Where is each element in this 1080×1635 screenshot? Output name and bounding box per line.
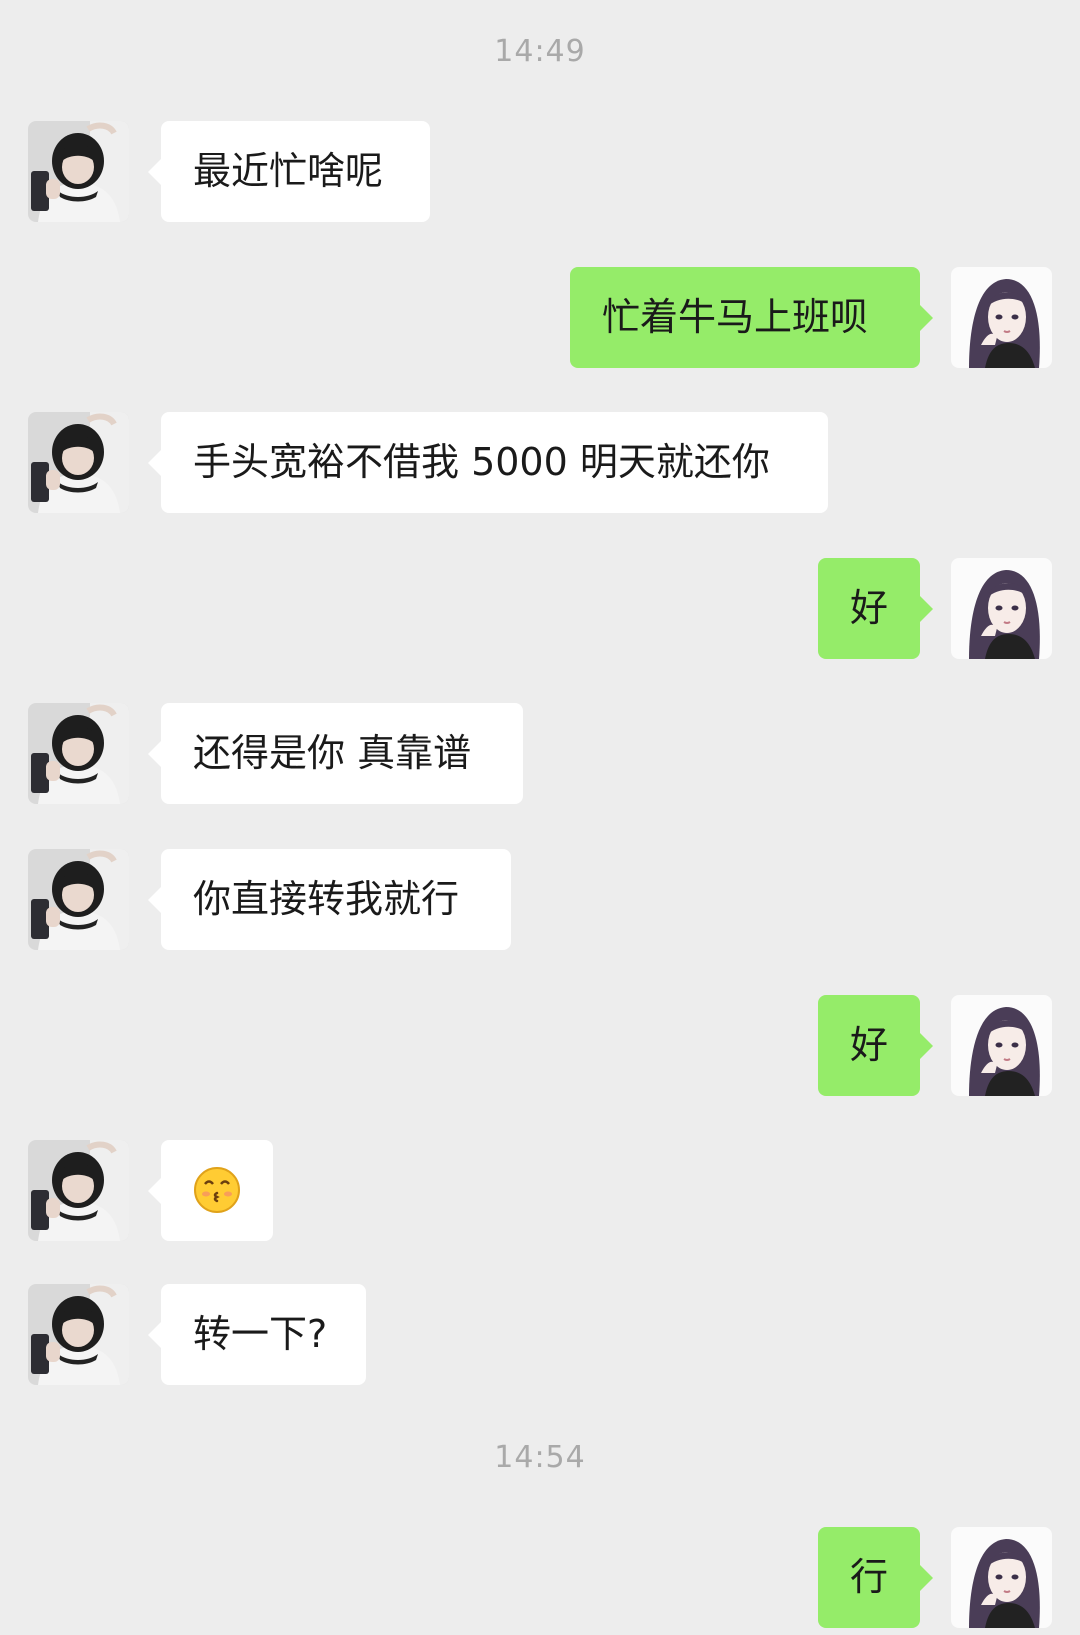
received-message-bubble[interactable]: 转一下?: [148, 1284, 366, 1385]
contact-avatar[interactable]: [28, 412, 129, 513]
contact-avatar[interactable]: [28, 1140, 129, 1241]
sent-message-bubble[interactable]: 好: [818, 995, 933, 1096]
received-message-bubble[interactable]: [148, 1140, 273, 1241]
timestamp: 14:49: [494, 34, 586, 69]
user-avatar[interactable]: [951, 558, 1052, 659]
received-message-bubble[interactable]: 最近忙啥呢: [148, 121, 430, 222]
sent-message-bubble[interactable]: 忙着牛马上班呗: [570, 267, 933, 368]
received-message-bubble[interactable]: 手头宽裕不借我 5000 明天就还你: [148, 412, 828, 513]
kissing-face-emoji: [194, 1166, 240, 1213]
sent-message-bubble[interactable]: 好: [818, 558, 933, 659]
contact-avatar[interactable]: [28, 703, 129, 804]
user-avatar[interactable]: [951, 267, 1052, 368]
timestamp: 14:54: [494, 1440, 586, 1475]
sent-message-bubble[interactable]: 行: [818, 1527, 933, 1628]
user-avatar[interactable]: [951, 1527, 1052, 1628]
contact-avatar[interactable]: [28, 849, 129, 950]
contact-avatar[interactable]: [28, 1284, 129, 1385]
received-message-bubble[interactable]: 你直接转我就行: [148, 849, 511, 950]
received-message-bubble[interactable]: 还得是你 真靠谱: [148, 703, 523, 804]
user-avatar[interactable]: [951, 995, 1052, 1096]
contact-avatar[interactable]: [28, 121, 129, 222]
